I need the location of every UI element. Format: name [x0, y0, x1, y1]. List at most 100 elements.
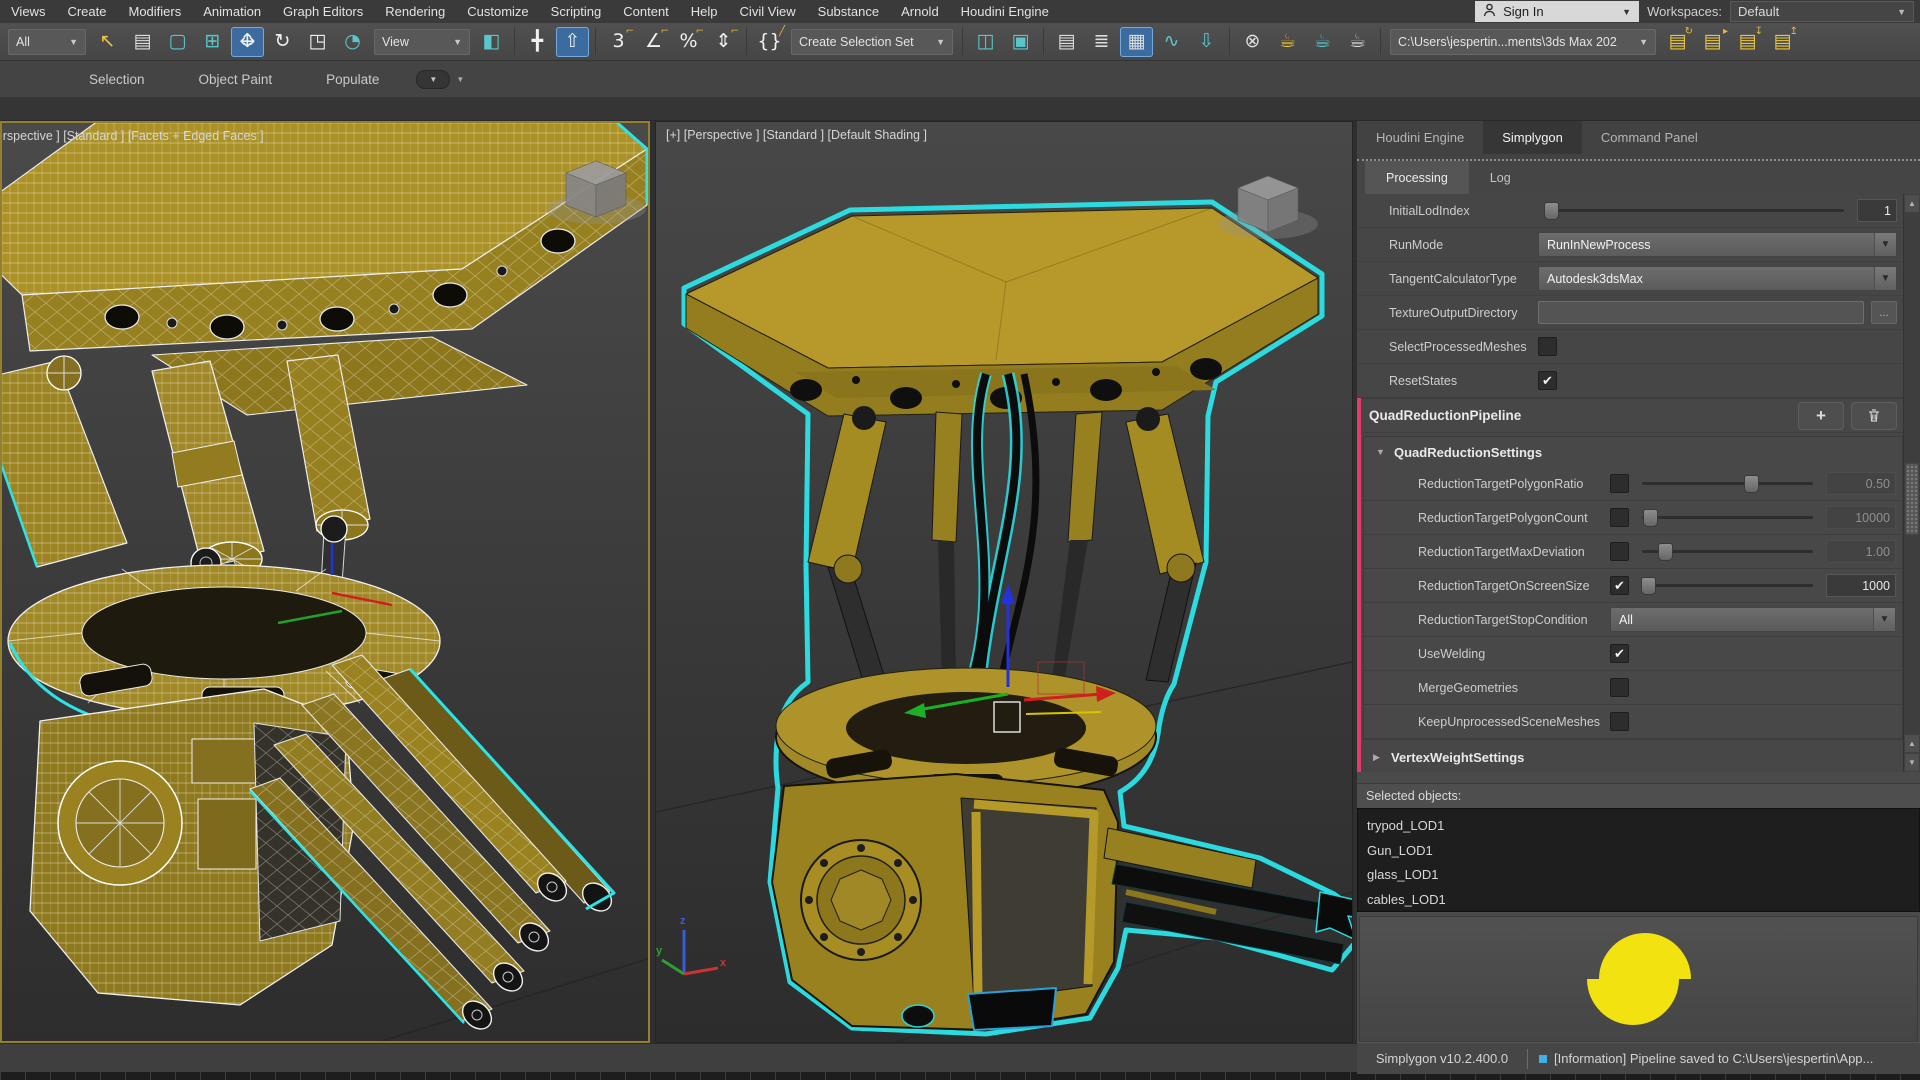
slider-handle[interactable]	[1641, 577, 1657, 595]
viewport-left-label[interactable]: [Perspective ] [Standard ] [Facets + Edg…	[2, 129, 264, 143]
menu-modifiers[interactable]: Modifiers	[117, 0, 192, 23]
list-item-trypod-lod1[interactable]: trypod_LOD1	[1367, 814, 1919, 839]
mergegeometries-checkbox[interactable]	[1610, 678, 1629, 697]
menu-animation[interactable]: Animation	[192, 0, 272, 23]
viewport-right[interactable]: [+] [Perspective ] [Standard ] [Default …	[655, 121, 1353, 1043]
select-and-move-icon[interactable]: ↔ ↕	[231, 26, 264, 57]
menu-graph-editors[interactable]: Graph Editors	[272, 0, 374, 23]
runmode-dropdown[interactable]: RunInNewProcess ▼	[1538, 232, 1897, 257]
align-icon[interactable]: ▣	[1004, 27, 1037, 57]
spinner-snap-icon[interactable]: ⇕ ⌐	[707, 26, 740, 57]
slider-handle[interactable]	[1743, 475, 1759, 493]
viewport-right-scene[interactable]: z y x	[656, 122, 1352, 1042]
reductiontargetpolygoncount-slider[interactable]	[1642, 509, 1813, 527]
collapse-triangle-icon[interactable]: ▼	[1376, 447, 1394, 457]
reductiontargetmaxdeviation-value[interactable]: 1.00	[1826, 540, 1896, 563]
viewport-left-scene[interactable]	[2, 123, 648, 1041]
selected-objects-list[interactable]: trypod_LOD1 Gun_LOD1 glass_LOD1 cables_LOD1	[1357, 808, 1920, 912]
selection-filter-dropdown[interactable]: All ▼	[8, 28, 86, 55]
ribbon-toggle-icon[interactable]: ▦	[1120, 26, 1153, 57]
reductiontargetpolygonratio-slider[interactable]	[1642, 475, 1813, 493]
import-scene-icon[interactable]: ▤ ↧	[1731, 26, 1764, 57]
schematic-view-icon[interactable]: ⇩	[1190, 27, 1223, 57]
menu-scripting[interactable]: Scripting	[540, 0, 613, 23]
scene-scripts-icon[interactable]: ▤ ↻	[1661, 26, 1694, 57]
keepunprocessedscenemeshes-checkbox[interactable]	[1610, 712, 1629, 731]
reductiontargetonscreensize-checkbox[interactable]: ✔	[1610, 576, 1629, 595]
browse-button[interactable]: ...	[1871, 301, 1897, 324]
select-and-place-icon[interactable]: ◔	[336, 27, 369, 57]
expand-triangle-icon[interactable]: ▶	[1373, 752, 1391, 763]
curve-editor-icon[interactable]: ∿	[1155, 27, 1188, 57]
panel-drag-handle[interactable]	[1357, 154, 1920, 161]
export-scene-icon[interactable]: ▤ ↥	[1766, 26, 1799, 57]
reductiontargetmaxdeviation-checkbox[interactable]	[1610, 542, 1629, 561]
chevron-down-icon[interactable]: ▼	[456, 75, 464, 84]
viewport-right-label[interactable]: [+] [Perspective ] [Standard ] [Default …	[666, 128, 927, 142]
link-bind-icon[interactable]: ⊗	[1236, 27, 1269, 57]
mirror-icon[interactable]: ◫	[969, 27, 1002, 57]
delete-pipeline-button[interactable]	[1851, 401, 1897, 430]
menu-create[interactable]: Create	[56, 0, 117, 23]
menu-rendering[interactable]: Rendering	[374, 0, 456, 23]
menu-arnold[interactable]: Arnold	[890, 0, 950, 23]
menu-views[interactable]: Views	[0, 0, 56, 23]
slider-handle[interactable]	[1658, 543, 1674, 561]
reductiontargetonscreensize-slider[interactable]	[1641, 577, 1813, 595]
window-crossing-selection-icon[interactable]: ⊞	[196, 27, 229, 57]
panel-tab-simplygon[interactable]: Simplygon	[1483, 121, 1582, 154]
selection-set-field[interactable]: Create Selection Set ▼	[791, 28, 953, 55]
reductiontargetpolygoncount-checkbox[interactable]	[1610, 508, 1629, 527]
menu-help[interactable]: Help	[680, 0, 729, 23]
project-folder-field[interactable]: C:\Users\jespertin...ments\3ds Max 202 ▼	[1390, 28, 1656, 55]
add-pipeline-button[interactable]: +	[1798, 401, 1844, 430]
ribbon-tab-object-paint[interactable]: Object Paint	[172, 61, 300, 97]
scene-explorer-icon[interactable]: ≣	[1085, 27, 1118, 57]
select-object-icon[interactable]: ↖	[91, 27, 124, 57]
tangentcalculatortype-dropdown[interactable]: Autodesk3dsMax ▼	[1538, 266, 1897, 291]
reference-coordinate-dropdown[interactable]: View ▼	[374, 28, 470, 55]
initiallodindex-slider[interactable]	[1544, 202, 1844, 220]
reductiontargetpolygoncount-value[interactable]: 10000	[1826, 506, 1896, 529]
reductiontargetonscreensize-value[interactable]: 1000	[1826, 574, 1896, 597]
reductiontargetpolygonratio-checkbox[interactable]	[1610, 474, 1629, 493]
tab-processing[interactable]: Processing	[1365, 161, 1469, 194]
resetstates-checkbox[interactable]: ✔	[1538, 371, 1557, 390]
select-by-name-icon[interactable]: ▤	[126, 27, 159, 57]
viewport-left[interactable]: [Perspective ] [Standard ] [Facets + Edg…	[0, 121, 650, 1043]
reductiontargetmaxdeviation-slider[interactable]	[1642, 543, 1813, 561]
percent-snap-icon[interactable]: % ⌐	[672, 26, 705, 57]
snap-toggle-3d-icon[interactable]: 3 ⌐	[602, 26, 635, 57]
slider-handle[interactable]	[1642, 509, 1658, 527]
menu-substance[interactable]: Substance	[807, 0, 890, 23]
group-quadreductionsettings[interactable]: ▼ QuadReductionSettings	[1364, 437, 1902, 467]
rectangular-selection-region-icon[interactable]: ▢	[161, 27, 194, 57]
usewelding-checkbox[interactable]: ✔	[1610, 644, 1629, 663]
material-editor-icon[interactable]: ☕	[1271, 27, 1304, 57]
reductiontargetstopcondition-dropdown[interactable]: All ▼	[1610, 607, 1896, 632]
keyboard-shortcut-override-icon[interactable]: ⇧	[556, 26, 589, 57]
viewcube[interactable]	[1218, 175, 1318, 239]
layer-explorer-icon[interactable]: ▤	[1050, 27, 1083, 57]
initiallodindex-value[interactable]: 1	[1857, 199, 1897, 222]
ribbon-tab-selection[interactable]: Selection	[62, 61, 172, 97]
panel-tab-command-panel[interactable]: Command Panel	[1582, 121, 1717, 154]
slider-handle[interactable]	[1544, 202, 1559, 220]
menu-customize[interactable]: Customize	[456, 0, 539, 23]
workspace-dropdown[interactable]: Default ▼	[1730, 1, 1914, 22]
reductiontargetpolygonratio-value[interactable]: 0.50	[1826, 472, 1896, 495]
menu-civil-view[interactable]: Civil View	[729, 0, 807, 23]
rendered-frame-icon[interactable]: ☕	[1341, 27, 1374, 57]
ribbon-tab-populate[interactable]: Populate	[299, 61, 406, 97]
list-item-cables-lod1[interactable]: cables_LOD1	[1367, 888, 1919, 913]
open-project-folder-icon[interactable]: ▤ ▸	[1696, 26, 1729, 57]
ribbon-config-icon[interactable]: ▼	[416, 69, 451, 89]
group-vertexweightsettings[interactable]: ▶ VertexWeightSettings	[1361, 742, 1903, 772]
menu-houdini-engine[interactable]: Houdini Engine	[950, 0, 1060, 23]
select-and-rotate-icon[interactable]: ↻	[266, 27, 299, 57]
maxscript-listener-icon[interactable]: {} ╱	[753, 26, 786, 57]
list-item-glass-lod1[interactable]: glass_LOD1	[1367, 863, 1919, 888]
textureoutputdirectory-input[interactable]	[1538, 301, 1864, 324]
select-and-manipulate-icon[interactable]: ╋	[521, 27, 554, 57]
menu-content[interactable]: Content	[612, 0, 680, 23]
